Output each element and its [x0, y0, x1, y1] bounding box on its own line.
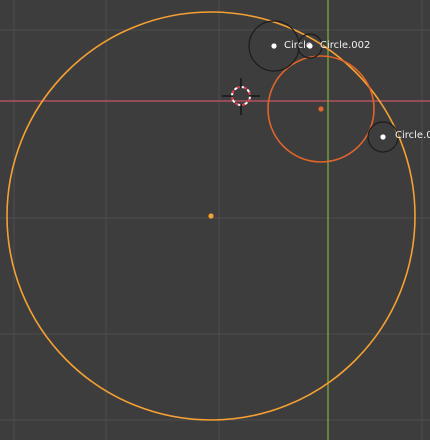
- object-label-circle-002: Circle.002: [320, 40, 370, 51]
- object-label-circle-0: Circle.0: [395, 130, 430, 141]
- origin-dot: [318, 106, 324, 112]
- active-circle-object[interactable]: [267, 55, 375, 163]
- large-circle-object[interactable]: [6, 11, 416, 421]
- 3d-cursor[interactable]: [222, 78, 260, 115]
- origin-dot: [380, 134, 386, 140]
- origin-dot: [208, 213, 214, 219]
- viewport-grid: [0, 0, 430, 440]
- 3d-viewport[interactable]: Circle Circle.002 Circle.0: [0, 0, 430, 440]
- circle-object[interactable]: Circle: [248, 20, 312, 72]
- origin-dot: [307, 43, 313, 49]
- origin-dot: [271, 43, 277, 49]
- circle-0-object[interactable]: Circle.0: [367, 121, 430, 153]
